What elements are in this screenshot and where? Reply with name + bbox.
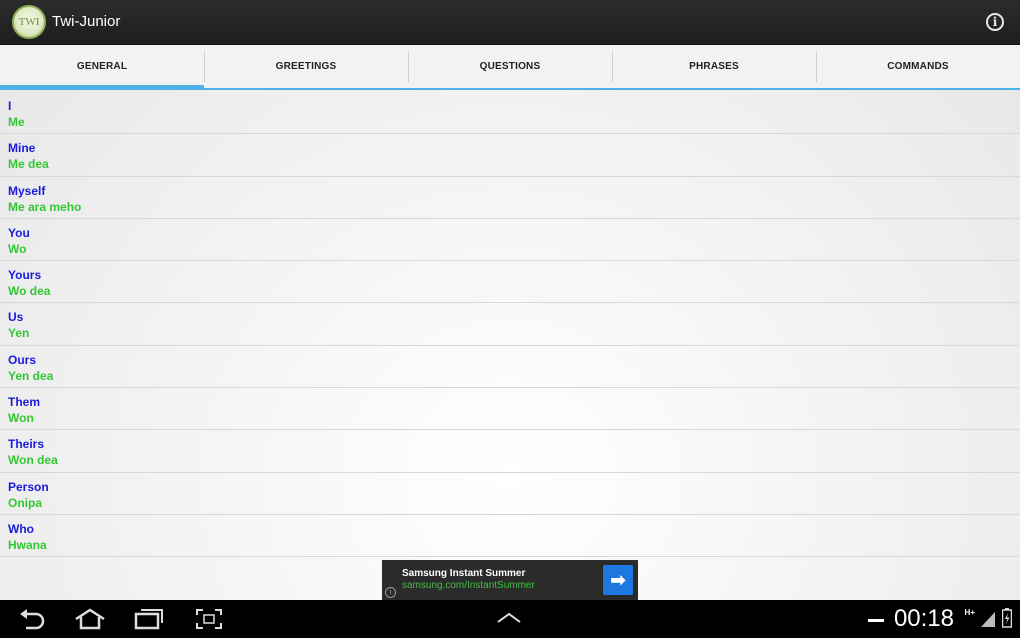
english-word: Who — [8, 521, 34, 536]
tab-label: GENERAL — [76, 61, 128, 72]
ad-url: samsung.com/InstantSummer — [402, 580, 535, 591]
list-item[interactable]: Them Won — [0, 388, 1020, 431]
english-word: I — [8, 99, 12, 113]
arrow-right-icon[interactable]: ➡ — [603, 565, 633, 595]
network-type: H+ — [964, 608, 975, 617]
home-icon[interactable] — [74, 608, 106, 630]
battery-icon — [1002, 608, 1012, 628]
recent-apps-icon[interactable] — [134, 608, 164, 630]
english-word: You — [8, 225, 30, 240]
english-word: Theirs — [8, 437, 45, 452]
twi-word: Wo — [8, 241, 27, 256]
clock: 00:18 — [893, 605, 954, 632]
twi-word: Won — [8, 411, 34, 426]
chevron-up-icon[interactable] — [496, 612, 522, 624]
twi-word: Hwana — [8, 537, 47, 552]
list-item[interactable]: Yours Wo dea — [0, 261, 1020, 304]
tab-questions[interactable]: QUESTIONS — [408, 45, 612, 88]
tab-label: PHRASES — [689, 61, 739, 72]
minimize-icon — [868, 619, 884, 622]
tab-commands[interactable]: COMMANDS — [816, 45, 1020, 88]
screenshot-icon[interactable] — [195, 608, 223, 630]
tab-bar: GENERAL GREETINGS QUESTIONS PHRASES COMM… — [0, 45, 1020, 90]
list-item[interactable]: Mine Me dea — [0, 134, 1020, 177]
list-item[interactable]: Who Hwana — [0, 515, 1020, 558]
english-word: Us — [8, 310, 24, 325]
twi-word: Yen dea — [8, 368, 54, 383]
twi-word: Me ara meho — [8, 199, 82, 214]
list-item[interactable]: I Me — [0, 92, 1020, 135]
word-list: I Me Mine Me dea Myself Me ara meho You … — [0, 92, 1020, 558]
english-word: Person — [8, 479, 49, 494]
info-icon[interactable]: i — [986, 13, 1004, 31]
twi-word: Wo dea — [8, 284, 51, 299]
list-item[interactable]: Person Onipa — [0, 473, 1020, 515]
app-logo-icon[interactable]: TWI — [12, 5, 46, 39]
twi-word: Yen — [8, 326, 30, 341]
list-item[interactable]: Myself Me ara meho — [0, 177, 1020, 219]
english-word: Yours — [8, 268, 42, 283]
list-item[interactable]: You Wo — [0, 219, 1020, 262]
app-title: Twi-Junior — [52, 13, 121, 30]
english-word: Mine — [8, 141, 36, 156]
ad-info-icon[interactable]: i — [385, 587, 396, 598]
tab-label: QUESTIONS — [479, 61, 541, 72]
twi-word: Me — [8, 115, 25, 129]
app-logo-text: TWI — [18, 16, 40, 28]
action-bar: TWI Twi-Junior i — [0, 0, 1020, 45]
twi-word: Me dea — [8, 157, 49, 172]
tab-phrases[interactable]: PHRASES — [612, 45, 816, 88]
english-word: Ours — [8, 352, 37, 367]
signal-icon — [981, 612, 995, 627]
tab-greetings[interactable]: GREETINGS — [204, 45, 408, 88]
list-item[interactable]: Ours Yen dea — [0, 346, 1020, 389]
tab-label: COMMANDS — [887, 61, 949, 72]
twi-word: Onipa — [8, 495, 43, 510]
list-item[interactable]: Theirs Won dea — [0, 430, 1020, 473]
system-bar: 00:18 H+ — [0, 600, 1020, 638]
ad-title: Samsung Instant Summer — [402, 568, 526, 579]
tab-label: GREETINGS — [275, 61, 337, 72]
english-word: Them — [8, 395, 41, 410]
list-item[interactable]: Us Yen — [0, 303, 1020, 346]
back-icon[interactable] — [18, 608, 46, 630]
english-word: Myself — [8, 183, 46, 198]
ad-banner[interactable]: Samsung Instant Summer samsung.com/Insta… — [382, 560, 638, 600]
tab-general[interactable]: GENERAL — [0, 45, 204, 90]
twi-word: Won dea — [8, 453, 58, 468]
